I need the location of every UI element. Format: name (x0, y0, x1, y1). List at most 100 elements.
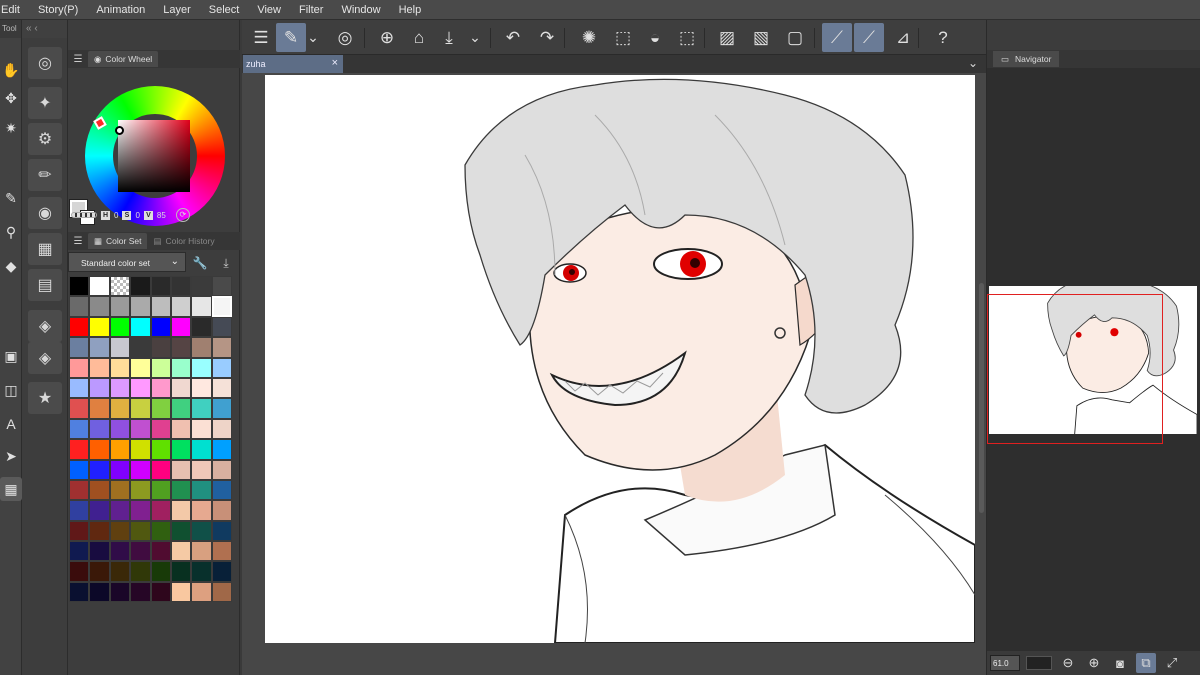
palette-swatch[interactable] (170, 541, 192, 562)
palette-swatch[interactable] (69, 296, 90, 317)
wrench-icon[interactable]: 🔧 (190, 254, 210, 272)
pencil-brush-icon[interactable]: ✏ (28, 159, 62, 191)
layer-property-icon[interactable]: ◈ (28, 310, 62, 342)
panel-menu-icon[interactable]: ☰ (68, 236, 88, 247)
palette-swatch[interactable] (211, 459, 233, 480)
palette-swatch[interactable] (69, 316, 90, 338)
palette-swatch[interactable] (170, 418, 192, 440)
palette-swatch[interactable] (170, 479, 192, 501)
palette-swatch[interactable] (130, 479, 151, 501)
palette-swatch[interactable] (150, 337, 171, 358)
palette-swatch[interactable] (170, 459, 192, 480)
menu-item-layer[interactable]: Layer (154, 4, 200, 16)
palette-swatch[interactable] (211, 479, 233, 501)
menu-item-view[interactable]: View (248, 4, 290, 16)
operation-icon[interactable]: ➤ (0, 444, 22, 468)
palette-swatch[interactable] (211, 581, 233, 603)
color-set-panel-icon[interactable]: ▦ (28, 233, 62, 265)
palette-swatch[interactable] (130, 398, 151, 419)
menu-icon[interactable]: ☰ (246, 23, 276, 52)
move-icon[interactable]: ✥ (0, 86, 22, 110)
palette-swatch[interactable] (211, 439, 233, 460)
tab-navigator[interactable]: ▭ Navigator (993, 51, 1060, 67)
palette-swatch[interactable] (211, 500, 233, 521)
redo-icon[interactable]: ↷ (532, 23, 562, 52)
palette-swatch[interactable] (150, 561, 171, 582)
menu-item-filter[interactable]: Filter (290, 4, 332, 16)
material-icon[interactable]: ★ (28, 382, 62, 414)
palette-swatch[interactable] (170, 276, 192, 297)
hide-selection-icon[interactable]: ▢ (780, 23, 810, 52)
color-wheel-panel-icon[interactable]: ◉ (28, 197, 62, 229)
save-icon[interactable]: ⤓ (434, 23, 464, 52)
palette-swatch[interactable] (130, 581, 151, 603)
open-folder-icon[interactable]: ⌂ (404, 23, 434, 52)
panel-menu-icon[interactable]: ☰ (68, 54, 88, 65)
palette-swatch[interactable] (109, 377, 131, 399)
drawing-canvas[interactable] (265, 75, 975, 643)
clip-studio-icon[interactable]: ◎ (330, 23, 360, 52)
palette-swatch[interactable] (89, 479, 110, 501)
palette-swatch[interactable] (89, 377, 110, 399)
menu-item-window[interactable]: Window (332, 4, 389, 16)
palette-swatch[interactable] (150, 296, 171, 317)
palette-swatch[interactable] (170, 520, 192, 542)
palette-swatch[interactable] (150, 479, 171, 501)
palette-swatch[interactable] (130, 418, 151, 440)
palette-swatch[interactable] (211, 561, 233, 582)
palette-swatch[interactable] (89, 276, 110, 297)
eraser-icon[interactable]: ◆ (0, 254, 22, 278)
palette-swatch[interactable] (211, 398, 233, 419)
palette-swatch[interactable] (69, 439, 90, 460)
sub-tool-collapse[interactable]: « ‹ (22, 20, 67, 38)
lasso-icon[interactable]: ◎ (28, 47, 62, 79)
palette-swatch[interactable] (191, 561, 212, 582)
palette-swatch[interactable] (130, 439, 151, 460)
palette-swatch[interactable] (89, 520, 110, 542)
text-icon[interactable]: A (0, 412, 22, 436)
snap-line-icon[interactable]: ⟋ (822, 23, 852, 52)
pen-icon[interactable]: ✎ (0, 186, 22, 210)
fill-bucket-icon[interactable]: ◒ (640, 23, 670, 52)
palette-swatch[interactable] (69, 561, 90, 582)
undo-icon[interactable]: ↶ (498, 23, 528, 52)
palette-swatch[interactable] (130, 459, 151, 480)
palette-swatch[interactable] (191, 316, 212, 338)
selection-icon[interactable]: ⬚ (608, 23, 638, 52)
palette-swatch[interactable] (170, 377, 192, 399)
new-file-icon[interactable]: ⊕ (372, 23, 402, 52)
palette-swatch[interactable] (109, 357, 131, 378)
palette-swatch[interactable] (109, 520, 131, 542)
zoom-in-icon[interactable]: ⊕ (1084, 653, 1104, 673)
palette-swatch[interactable] (109, 439, 131, 460)
hand-icon[interactable]: ✋ (0, 58, 22, 82)
palette-swatch[interactable] (109, 479, 131, 501)
color-set-dropdown[interactable]: Standard color set ⌄ (68, 252, 186, 272)
palette-swatch[interactable] (69, 479, 90, 501)
zoom-field[interactable]: 61.0 (990, 655, 1020, 671)
menu-item-storyp[interactable]: Story(P) (29, 4, 87, 16)
menu-item-animation[interactable]: Animation (87, 4, 154, 16)
fit-window-icon[interactable]: ⤢ (1162, 653, 1182, 673)
palette-swatch[interactable] (130, 561, 151, 582)
tab-color-wheel[interactable]: ◉ Color Wheel (88, 51, 159, 67)
palette-swatch[interactable] (211, 520, 233, 542)
palette-swatch[interactable] (170, 296, 192, 317)
palette-swatch[interactable] (211, 541, 233, 562)
palette-swatch[interactable] (89, 418, 110, 440)
palette-swatch[interactable] (170, 439, 192, 460)
save-menu-chevron-icon[interactable]: ⌄ (466, 23, 484, 52)
palette-swatch[interactable] (109, 561, 131, 582)
palette-swatch[interactable] (150, 398, 171, 419)
fill-icon[interactable]: ▣ (0, 344, 22, 368)
palette-swatch[interactable] (109, 459, 131, 480)
brush-settings-icon[interactable]: ✦ (28, 87, 62, 119)
close-icon[interactable]: × (332, 57, 338, 69)
palette-swatch[interactable] (109, 316, 131, 338)
palette-swatch[interactable] (150, 541, 171, 562)
palette-swatch[interactable] (150, 418, 171, 440)
palette-swatch[interactable] (69, 337, 90, 358)
palette-swatch[interactable] (130, 377, 151, 399)
palette-swatch[interactable] (89, 357, 110, 378)
snap-brush-icon[interactable]: ⟋ (854, 23, 884, 52)
